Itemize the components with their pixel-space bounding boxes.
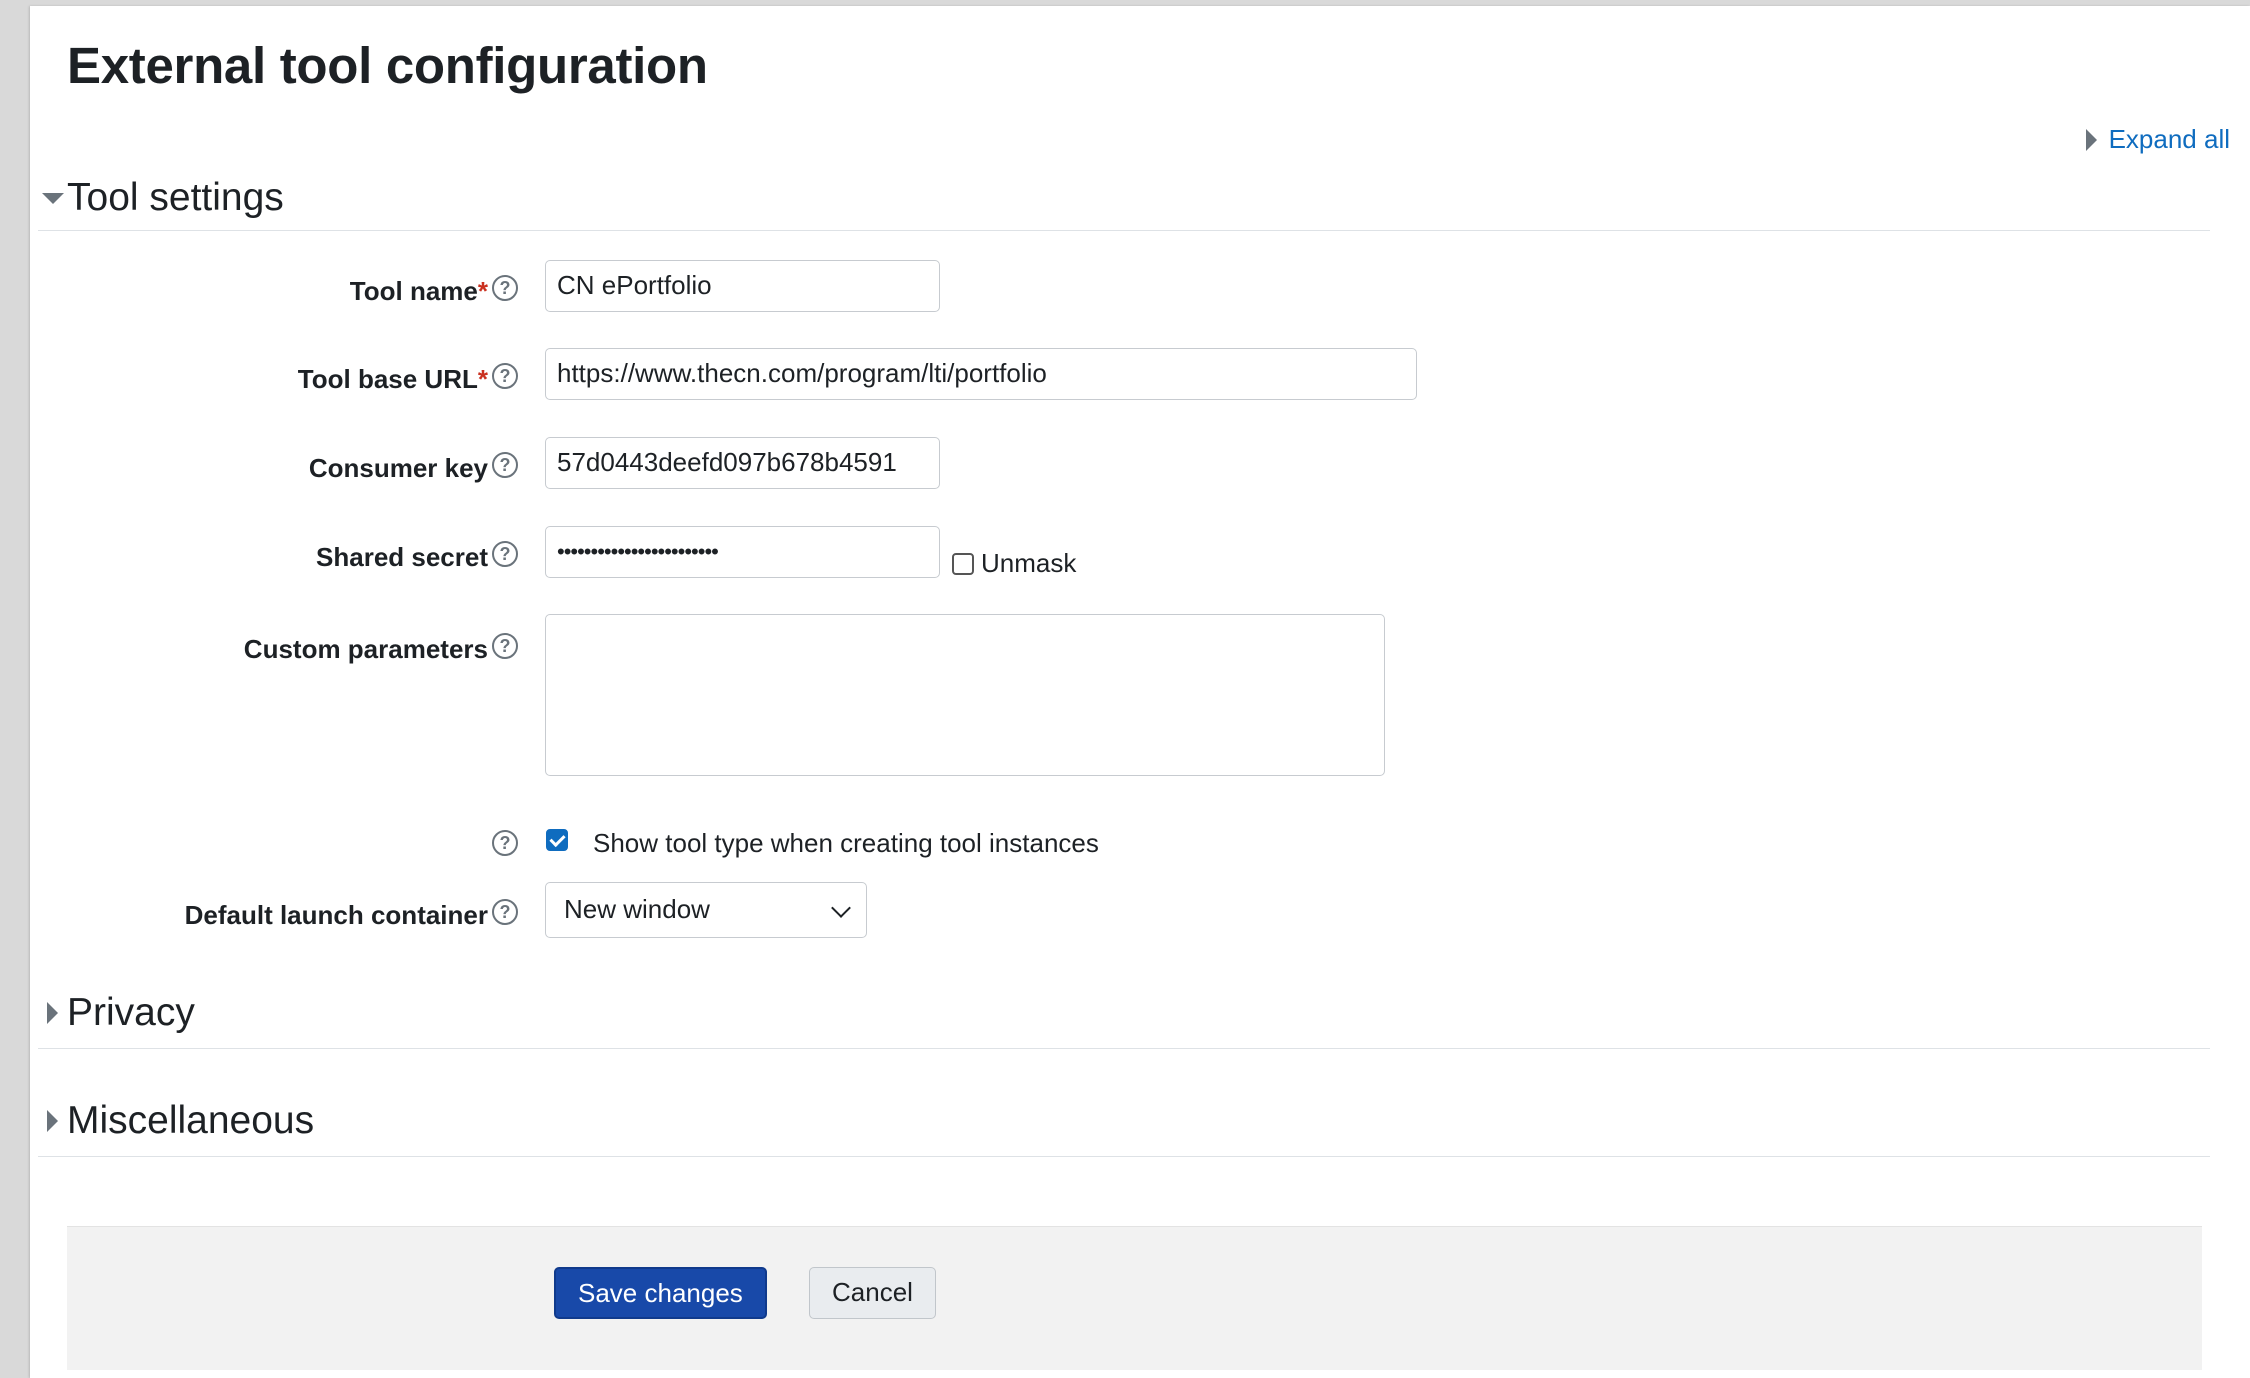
shared-secret-label: Shared secret — [316, 542, 488, 572]
caret-right-icon — [2085, 128, 2097, 151]
tool-name-input[interactable]: CN ePortfolio — [545, 260, 940, 312]
default-launch-container-label: Default launch container — [184, 900, 488, 930]
unmask-checkbox[interactable] — [952, 553, 974, 575]
consumer-key-label: Consumer key — [308, 453, 488, 483]
question-circle-icon[interactable]: ? — [492, 830, 518, 856]
caret-right-icon — [47, 1110, 58, 1132]
question-circle-icon[interactable]: ? — [492, 633, 518, 659]
expand-all-label: Expand all — [2108, 124, 2230, 154]
shared-secret-input[interactable]: •••••••••••••••••••••••• — [545, 526, 940, 578]
expand-all-link[interactable]: Expand all — [2085, 124, 2230, 155]
section-tool-settings-header[interactable]: Tool settings — [38, 166, 2210, 231]
cancel-button[interactable]: Cancel — [809, 1267, 936, 1319]
tool-base-url-input[interactable]: https://www.thecn.com/program/lti/portfo… — [545, 348, 1417, 400]
unmask-label: Unmask — [981, 548, 1077, 578]
question-circle-icon[interactable]: ? — [492, 363, 518, 389]
caret-down-icon — [41, 192, 64, 204]
section-tool-settings-title: Tool settings — [67, 176, 284, 219]
save-changes-button[interactable]: Save changes — [554, 1267, 767, 1319]
show-tool-type-checkbox[interactable] — [546, 829, 568, 851]
required-mark: * — [477, 276, 488, 306]
chevron-down-icon — [831, 898, 851, 918]
show-tool-type-label: Show tool type when creating tool instan… — [593, 828, 1099, 858]
tool-name-label: Tool name* — [349, 276, 488, 306]
section-miscellaneous-header[interactable]: Miscellaneous — [38, 1086, 2210, 1157]
required-mark: * — [477, 364, 488, 394]
page-container: External tool configuration Expand all T… — [30, 6, 2250, 1378]
consumer-key-input[interactable]: 57d0443deefd097b678b4591 — [545, 437, 940, 489]
default-launch-container-value: New window — [564, 894, 710, 924]
caret-right-icon — [47, 1002, 58, 1024]
section-miscellaneous-title: Miscellaneous — [67, 1099, 315, 1142]
question-circle-icon[interactable]: ? — [492, 452, 518, 478]
question-circle-icon[interactable]: ? — [492, 275, 518, 301]
form-footer: Save changes Cancel — [67, 1226, 2202, 1370]
section-privacy-title: Privacy — [67, 991, 195, 1034]
page-title: External tool configuration — [67, 37, 708, 94]
question-circle-icon[interactable]: ? — [492, 899, 518, 925]
custom-parameters-textarea[interactable] — [545, 614, 1385, 776]
default-launch-container-select[interactable]: New window — [545, 882, 867, 938]
section-privacy-header[interactable]: Privacy — [38, 978, 2210, 1049]
tool-base-url-label: Tool base URL* — [297, 364, 488, 394]
custom-parameters-label: Custom parameters — [243, 634, 488, 664]
question-circle-icon[interactable]: ? — [492, 541, 518, 567]
